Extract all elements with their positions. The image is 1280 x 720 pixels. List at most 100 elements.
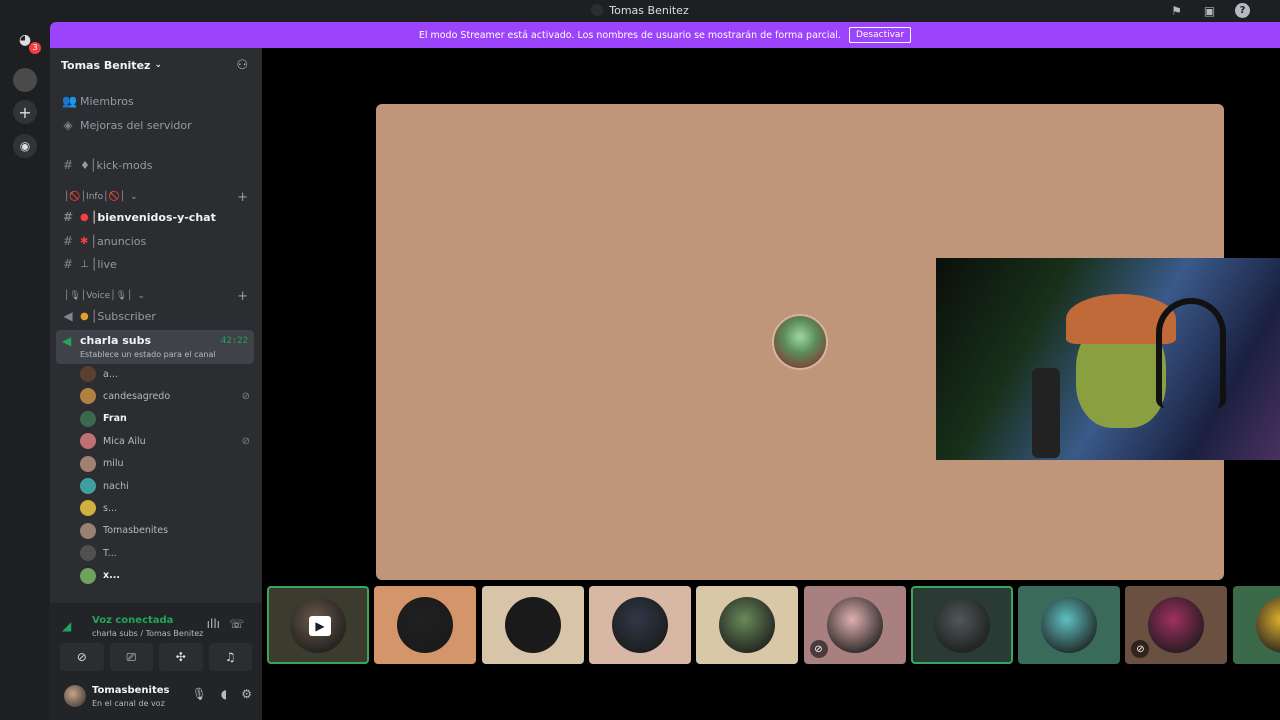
channel-kick-mods[interactable]: # ♦│kick-mods (56, 155, 256, 175)
noise-suppression-icon[interactable]: ıllı (207, 617, 220, 631)
participant-tile[interactable] (1232, 586, 1280, 664)
avatar (1041, 597, 1098, 653)
participant-tile[interactable] (374, 586, 477, 664)
activities-button[interactable]: ✣ (159, 643, 203, 671)
current-user[interactable]: Tomasbenites En el canal de voz 🎙 ◖ ⚙ (58, 681, 256, 715)
muted-icon: ⊘ (241, 390, 250, 402)
headphones-icon[interactable]: ◖ (221, 687, 227, 701)
voice-user-name: s... (103, 502, 118, 514)
voice-timer: 42:22 (220, 336, 248, 346)
chevron-down-icon: ⌄ (137, 291, 146, 301)
category-info[interactable]: │🚫│Info│🚫│ ⌄ + (56, 187, 256, 207)
channel-label: │anuncios (90, 234, 147, 248)
channel-label: │bienvenidos-y-chat (90, 210, 216, 224)
participant-tile[interactable] (696, 586, 799, 664)
avatar (826, 597, 883, 653)
deactivate-button[interactable]: Desactivar (848, 27, 912, 43)
inbox-icon[interactable]: ▣ (1202, 3, 1217, 18)
voice-user[interactable]: milu (80, 454, 256, 474)
user-name: Tomasbenites (92, 685, 170, 696)
voice-user[interactable]: candesagredo ⊘ (80, 386, 256, 406)
participant-tile[interactable] (588, 586, 691, 664)
microphone-image (1032, 368, 1060, 458)
voice-channel-name: charla subs (80, 334, 152, 347)
channel-subscriber[interactable]: ◀ ● │Subscriber (56, 306, 256, 326)
invite-icon[interactable]: ⚇ (236, 58, 248, 73)
participant-tile[interactable] (481, 586, 584, 664)
members-icon: 👥 (62, 94, 77, 108)
voice-location: charla subs / Tomas Benitez (92, 629, 204, 638)
participant-tile[interactable] (1018, 586, 1121, 664)
avatar (611, 597, 668, 653)
avatar (80, 366, 96, 382)
voice-user-name: x... (103, 570, 120, 582)
participant-tile[interactable]: ⊘ (1125, 586, 1228, 664)
hash-icon: # (62, 210, 74, 224)
voice-user-name: nachi (103, 480, 129, 492)
members-item[interactable]: 👥 Miembros (56, 91, 256, 111)
window-title: Tomas Benitez (0, 4, 1280, 17)
voice-user[interactable]: a... (80, 364, 256, 384)
voice-user[interactable]: s... (80, 498, 256, 518)
avatar (80, 388, 96, 405)
speaker-icon: ◀ (62, 334, 72, 348)
voice-status[interactable]: Voz conectada (92, 615, 173, 626)
participant-tile[interactable] (910, 586, 1013, 664)
voice-connected: ◢ Voz conectada charla subs / Tomas Beni… (62, 613, 252, 643)
channel-bienvenidos[interactable]: # ● │bienvenidos-y-chat (56, 207, 256, 227)
voice-user-name: a... (103, 368, 118, 380)
voice-user[interactable]: x... (80, 566, 256, 586)
voice-user-name: Fran (103, 413, 127, 425)
voice-stage: ▶ ⊘ ⊘ (262, 48, 1280, 720)
voice-user-name: candesagredo (103, 390, 171, 402)
voice-user[interactable]: Tomasbenites (80, 521, 256, 541)
channel-status[interactable]: Establece un estado para el canal (80, 350, 216, 359)
voice-user[interactable]: Mica Ailu ⊘ (80, 431, 256, 451)
participant-tile[interactable]: ⊘ (803, 586, 906, 664)
server-tomas-icon[interactable] (13, 68, 37, 92)
participant-tiles: ▶ ⊘ ⊘ (267, 586, 1280, 664)
camera-off-button[interactable]: ⊘ (60, 643, 104, 671)
channel-label: │live (90, 257, 117, 271)
muted-icon: ⊘ (809, 640, 828, 658)
server-header[interactable]: Tomas Benitez ⌄ ⚇ (50, 48, 262, 82)
add-channel-icon[interactable]: + (237, 190, 248, 205)
server-icon (591, 4, 604, 16)
avatar (933, 597, 990, 653)
voice-channel-active[interactable]: ◀ charla subs 42:22 Establece un estado … (56, 330, 254, 364)
channel-anuncios[interactable]: # ✱ │anuncios (56, 231, 256, 251)
voice-user-name: milu (103, 458, 124, 470)
headphones-image (1156, 298, 1226, 408)
flag-icon[interactable]: ⚑ (1169, 3, 1184, 18)
boosts-label: Mejoras del servidor (80, 118, 192, 132)
avatar (397, 597, 454, 653)
disconnect-icon[interactable]: ☏ (229, 617, 244, 631)
boosts-item[interactable]: ◈ Mejoras del servidor (56, 115, 256, 135)
signal-icon: ◢ (62, 619, 72, 633)
avatar (80, 567, 96, 584)
boost-icon: ◈ (63, 118, 73, 132)
category-voice[interactable]: │🎙│Voice│🎙│ ⌄ + (56, 286, 256, 306)
participant-tile[interactable]: ▶ (267, 586, 369, 664)
settings-icon[interactable]: ⚙ (241, 687, 252, 701)
add-server-icon[interactable]: + (13, 100, 37, 124)
voice-user[interactable]: Fran (80, 409, 256, 429)
hash-icon: # (62, 234, 74, 248)
voice-user-name: Tomasbenites (103, 525, 169, 537)
voice-user-panel: ◢ Voz conectada charla subs / Tomas Beni… (50, 603, 262, 720)
add-channel-icon[interactable]: + (237, 289, 248, 304)
banner-text: El modo Streamer está activado. Los nomb… (418, 29, 841, 41)
avatar (80, 433, 96, 450)
soundboard-button[interactable]: ♫ (208, 643, 252, 671)
user-status: En el canal de voz (92, 699, 165, 708)
screen-share-button[interactable]: ⎚ (109, 643, 153, 671)
voice-user-name: T... (103, 547, 117, 559)
channel-live[interactable]: # ⊥ │live (56, 254, 256, 274)
avatar (719, 597, 776, 653)
discord-home-icon[interactable]: ◕ 3 (13, 28, 41, 54)
voice-user[interactable]: nachi (80, 476, 256, 496)
help-icon[interactable]: ? (1235, 3, 1250, 18)
voice-user[interactable]: T... (80, 543, 256, 563)
explore-icon[interactable]: ◉ (13, 134, 37, 158)
microphone-icon[interactable]: 🎙 (192, 687, 207, 701)
